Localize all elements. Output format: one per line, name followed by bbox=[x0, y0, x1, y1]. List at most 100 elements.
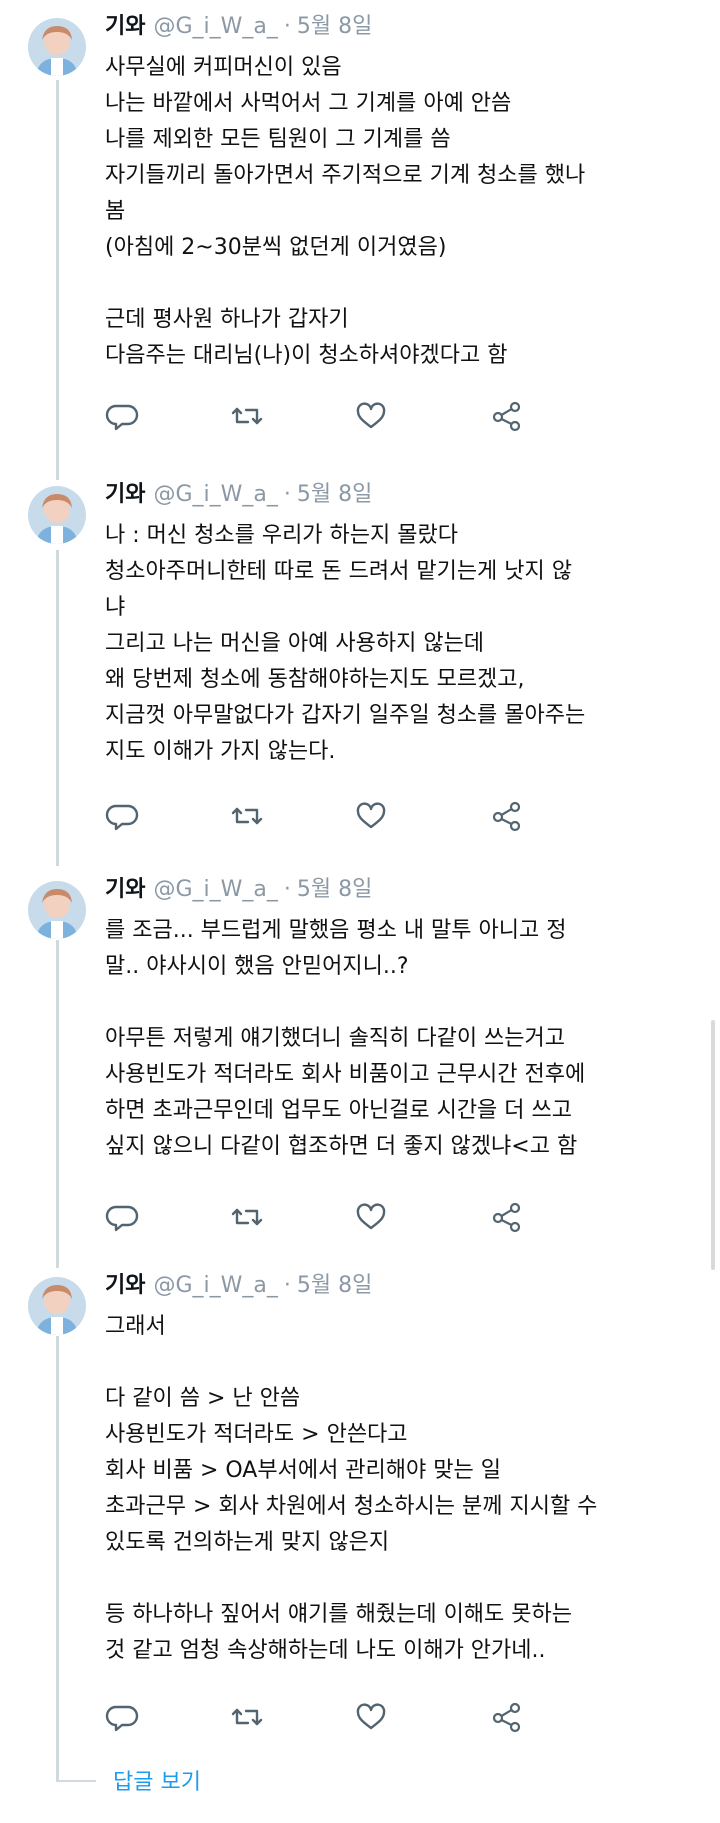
tweet-text-line: 를 조금... 부드럽게 말했음 평소 내 말투 아니고 정 bbox=[105, 918, 567, 943]
avatar[interactable] bbox=[28, 1277, 86, 1335]
reply-icon bbox=[105, 1705, 139, 1732]
tweet-text-line: 하면 초과근무인데 업무도 아닌걸로 시간을 더 쓰고 bbox=[105, 1098, 573, 1123]
tweet-date[interactable]: 5월 8일 bbox=[297, 877, 372, 902]
retweet-button[interactable] bbox=[229, 798, 265, 834]
tweet-text-line: 지금껏 아무말없다가 갑자기 일주일 청소를 몰아주는 bbox=[105, 703, 586, 728]
reply-button[interactable] bbox=[105, 398, 141, 434]
retweet-button[interactable] bbox=[229, 1199, 265, 1235]
tweet-actions bbox=[105, 398, 625, 438]
author-name[interactable]: 기와 bbox=[105, 877, 145, 902]
share-icon bbox=[492, 801, 521, 832]
like-button[interactable] bbox=[353, 398, 389, 434]
tweet: 기와 @G_i_W_a_ · 5월 8일 나 : 머신 청소를 우리가 하는지 몰랐다… bbox=[0, 468, 720, 858]
tweet-header: 기와 @G_i_W_a_ · 5월 8일 bbox=[105, 1271, 372, 1301]
tweet-text-line bbox=[105, 1561, 705, 1597]
tweet-text-line: 근데 평사원 하나가 갑자기 bbox=[105, 307, 349, 332]
heart-icon bbox=[356, 1703, 386, 1730]
retweet-icon bbox=[231, 1208, 263, 1226]
author-name[interactable]: 기와 bbox=[105, 482, 145, 507]
retweet-icon bbox=[231, 407, 263, 425]
tweet-text-line: 사용빈도가 적더라도 > 안쓴다고 bbox=[105, 1422, 408, 1447]
retweet-icon bbox=[231, 1708, 263, 1726]
tweet-text-line: 나 : 머신 청소를 우리가 하는지 몰랐다 bbox=[105, 523, 458, 548]
tweet-text: 나 : 머신 청소를 우리가 하는지 몰랐다 청소아주머니한테 따로 돈 드려서… bbox=[105, 518, 705, 770]
tweet-text-line: (아침에 2~30분씩 없던게 이거였음) bbox=[105, 235, 447, 260]
tweet-text: 사무실에 커피머신이 있음 나는 바깥에서 사먹어서 그 기계를 아예 안씀 나… bbox=[105, 50, 705, 374]
tweet-header: 기와 @G_i_W_a_ · 5월 8일 bbox=[105, 875, 372, 905]
heart-icon bbox=[356, 802, 386, 829]
tweet-text-line bbox=[105, 1345, 705, 1381]
heart-icon bbox=[356, 1203, 386, 1230]
reply-icon bbox=[105, 404, 139, 431]
tweet-date[interactable]: 5월 8일 bbox=[297, 14, 372, 39]
tweet-text-line bbox=[105, 266, 705, 302]
author-handle[interactable]: @G_i_W_a_ bbox=[153, 877, 277, 902]
share-button[interactable] bbox=[489, 398, 525, 434]
share-button[interactable] bbox=[489, 1699, 525, 1735]
author-handle[interactable]: @G_i_W_a_ bbox=[153, 14, 277, 39]
avatar[interactable] bbox=[28, 18, 86, 76]
tweet-text-line: 것 같고 엄청 속상해하는데 나도 이해가 안가네.. bbox=[105, 1638, 546, 1663]
tweet-text-line: 다 같이 씀 > 난 안씀 bbox=[105, 1386, 301, 1411]
reply-icon bbox=[105, 804, 139, 831]
author-name[interactable]: 기와 bbox=[105, 14, 145, 39]
separator-dot: · bbox=[283, 14, 291, 39]
share-icon bbox=[492, 401, 521, 432]
tweet-text-line: 봄 bbox=[105, 199, 126, 224]
tweet: 기와 @G_i_W_a_ · 5월 8일 그래서 다 같이 씀 > 난 안씀 사용빈도… bbox=[0, 1259, 720, 1739]
tweet-text-line: 싶지 않으니 다같이 협조하면 더 좋지 않겠냐<고 함 bbox=[105, 1134, 578, 1159]
tweet-text-line: 나는 바깥에서 사먹어서 그 기계를 아예 안씀 bbox=[105, 91, 512, 116]
tweet: 기와 @G_i_W_a_ · 5월 8일 사무실에 커피머신이 있음 나는 바깥에서 … bbox=[0, 0, 720, 460]
retweet-icon bbox=[231, 807, 263, 825]
tweet-header: 기와 @G_i_W_a_ · 5월 8일 bbox=[105, 480, 372, 510]
tweet-actions bbox=[105, 1199, 625, 1239]
tweet-text-line: 왜 당번제 청소에 동참해야하는지도 모르겠고, bbox=[105, 667, 525, 692]
reply-icon bbox=[105, 1205, 139, 1232]
tweet-text-line: 자기들끼리 돌아가면서 주기적으로 기계 청소를 했나 bbox=[105, 163, 586, 188]
tweet-text-line: 사무실에 커피머신이 있음 bbox=[105, 55, 342, 80]
share-button[interactable] bbox=[489, 1199, 525, 1235]
tweet-text-line: 있도록 건의하는게 맞지 않은지 bbox=[105, 1530, 390, 1555]
separator-dot: · bbox=[283, 482, 291, 507]
share-icon bbox=[492, 1702, 521, 1733]
tweet-text-line: 그래서 bbox=[105, 1314, 166, 1339]
tweet-text-line: 사용빈도가 적더라도 회사 비품이고 근무시간 전후에 bbox=[105, 1062, 586, 1087]
share-button[interactable] bbox=[489, 798, 525, 834]
author-name[interactable]: 기와 bbox=[105, 1273, 145, 1298]
separator-dot: · bbox=[283, 1273, 291, 1298]
heart-icon bbox=[356, 402, 386, 429]
like-button[interactable] bbox=[353, 1199, 389, 1235]
reply-button[interactable] bbox=[105, 798, 141, 834]
tweet-text-line: 그리고 나는 머신을 아예 사용하지 않는데 bbox=[105, 631, 485, 656]
tweet-actions bbox=[105, 798, 625, 838]
retweet-button[interactable] bbox=[229, 398, 265, 434]
retweet-button[interactable] bbox=[229, 1699, 265, 1735]
tweet-header: 기와 @G_i_W_a_ · 5월 8일 bbox=[105, 12, 372, 42]
tweet-text: 그래서 다 같이 씀 > 난 안씀 사용빈도가 적더라도 > 안쓴다고 회사 비… bbox=[105, 1309, 705, 1669]
tweet: 기와 @G_i_W_a_ · 5월 8일 를 조금... 부드럽게 말했음 평소 내 … bbox=[0, 863, 720, 1263]
like-button[interactable] bbox=[353, 798, 389, 834]
author-handle[interactable]: @G_i_W_a_ bbox=[153, 482, 277, 507]
like-button[interactable] bbox=[353, 1699, 389, 1735]
tweet-date[interactable]: 5월 8일 bbox=[297, 482, 372, 507]
avatar[interactable] bbox=[28, 881, 86, 939]
share-icon bbox=[492, 1202, 521, 1233]
tweet-text-line: 청소아주머니한테 따로 돈 드려서 맡기는게 낫지 않 bbox=[105, 559, 573, 584]
reply-button[interactable] bbox=[105, 1199, 141, 1235]
show-replies-link[interactable]: 답글 보기 bbox=[113, 1764, 201, 1796]
tweet-text-line: 등 하나하나 짚어서 얘기를 해줬는데 이해도 못하는 bbox=[105, 1602, 573, 1627]
tweet-actions bbox=[105, 1699, 625, 1739]
tweet-text-line: 회사 비품 > OA부서에서 관리해야 맞는 일 bbox=[105, 1458, 501, 1483]
tweet-text-line: 말.. 야사시이 했음 안믿어지니..? bbox=[105, 954, 409, 979]
reply-button[interactable] bbox=[105, 1699, 141, 1735]
thread-line bbox=[56, 1780, 96, 1782]
tweet-text-line: 지도 이해가 가지 않는다. bbox=[105, 739, 336, 764]
author-handle[interactable]: @G_i_W_a_ bbox=[153, 1273, 277, 1298]
scrollbar[interactable] bbox=[711, 1020, 715, 1270]
tweet-date[interactable]: 5월 8일 bbox=[297, 1273, 372, 1298]
tweet-text-line: 다음주는 대리님(나)이 청소하셔야겠다고 함 bbox=[105, 343, 508, 368]
tweet-text-line: 초과근무 > 회사 차원에서 청소하시는 분께 지시할 수 bbox=[105, 1494, 598, 1519]
tweet-text-line bbox=[105, 985, 705, 1021]
avatar[interactable] bbox=[28, 486, 86, 544]
tweet-text-line: 아무튼 저렇게 얘기했더니 솔직히 다같이 쓰는거고 bbox=[105, 1026, 566, 1051]
